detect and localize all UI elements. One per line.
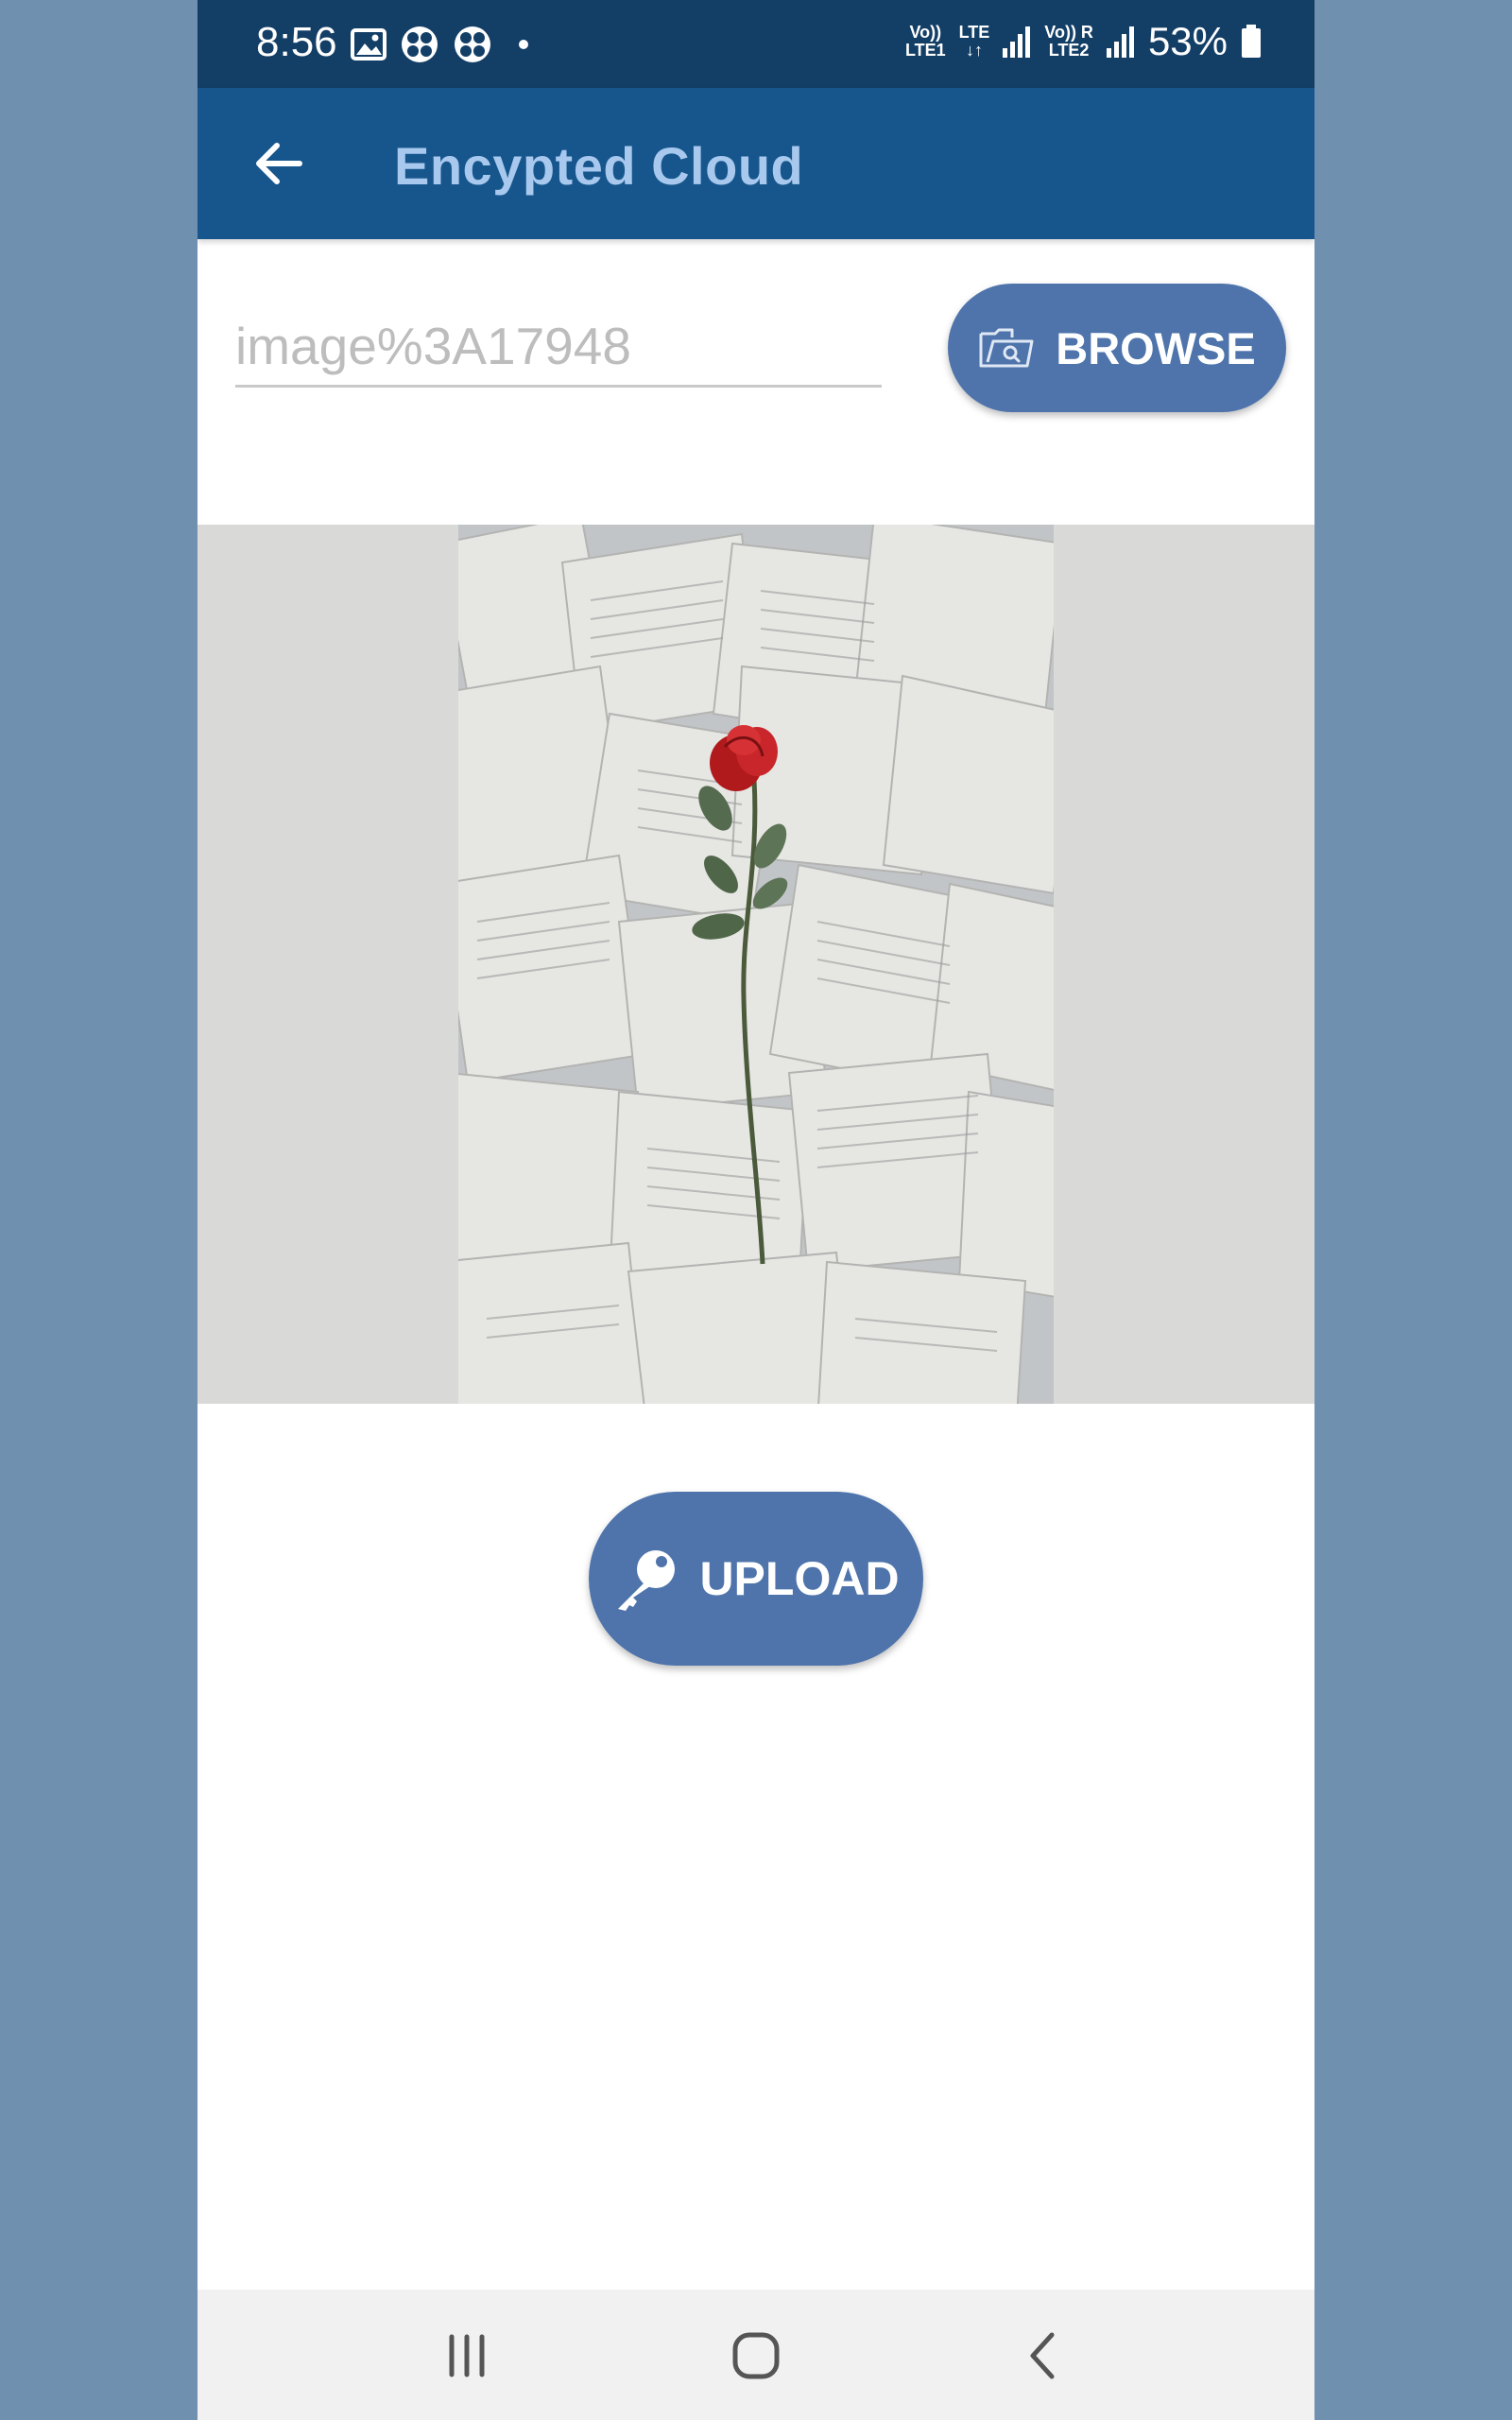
status-bar: 8:56 Vo)) LTE1 LTE ↓↑ Vo)) R LTE2 53% bbox=[198, 0, 1314, 88]
sim2-network: Vo)) R LTE2 bbox=[1044, 23, 1093, 60]
upload-label: UPLOAD bbox=[699, 1552, 900, 1605]
status-right: Vo)) LTE1 LTE ↓↑ Vo)) R LTE2 53% bbox=[905, 19, 1262, 64]
phone-screen: 8:56 Vo)) LTE1 LTE ↓↑ Vo)) R LTE2 53% En… bbox=[198, 0, 1314, 2420]
home-button[interactable] bbox=[728, 2327, 784, 2384]
gallery-notification-icon bbox=[351, 28, 387, 60]
system-nav-bar bbox=[198, 2290, 1314, 2420]
page-title: Encypted Cloud bbox=[394, 136, 804, 196]
battery-icon bbox=[1242, 25, 1261, 58]
notification-icons bbox=[351, 25, 528, 64]
arrow-back-icon bbox=[256, 143, 302, 184]
home-icon bbox=[732, 2332, 780, 2379]
browse-label: BROWSE bbox=[1056, 322, 1256, 373]
recents-icon bbox=[449, 2334, 485, 2377]
browse-button[interactable]: BROWSE bbox=[948, 284, 1286, 412]
recents-button[interactable] bbox=[438, 2327, 495, 2384]
signal-icon-2 bbox=[1106, 26, 1134, 58]
key-icon bbox=[618, 1550, 676, 1611]
back-button[interactable] bbox=[249, 133, 309, 194]
app-notification-icon-2 bbox=[455, 26, 490, 62]
more-notifications-dot bbox=[519, 40, 528, 49]
nav-back-icon bbox=[1030, 2332, 1055, 2379]
battery-percent: 53% bbox=[1147, 19, 1228, 63]
status-time: 8:56 bbox=[256, 19, 337, 65]
image-preview bbox=[458, 525, 1054, 1404]
app-bar: Encypted Cloud bbox=[198, 88, 1314, 239]
folder-search-icon bbox=[979, 328, 1034, 368]
system-back-button[interactable] bbox=[1016, 2327, 1073, 2384]
signal-icon-1 bbox=[1003, 26, 1031, 58]
file-path-input[interactable] bbox=[235, 307, 882, 388]
image-preview-area bbox=[198, 525, 1314, 1404]
upload-button[interactable]: UPLOAD bbox=[589, 1492, 923, 1666]
rose-on-pages-image bbox=[458, 525, 1054, 1404]
lte-indicator: LTE ↓↑ bbox=[958, 23, 990, 60]
sim1-network: Vo)) LTE1 bbox=[904, 23, 946, 60]
app-notification-icon bbox=[402, 26, 438, 62]
